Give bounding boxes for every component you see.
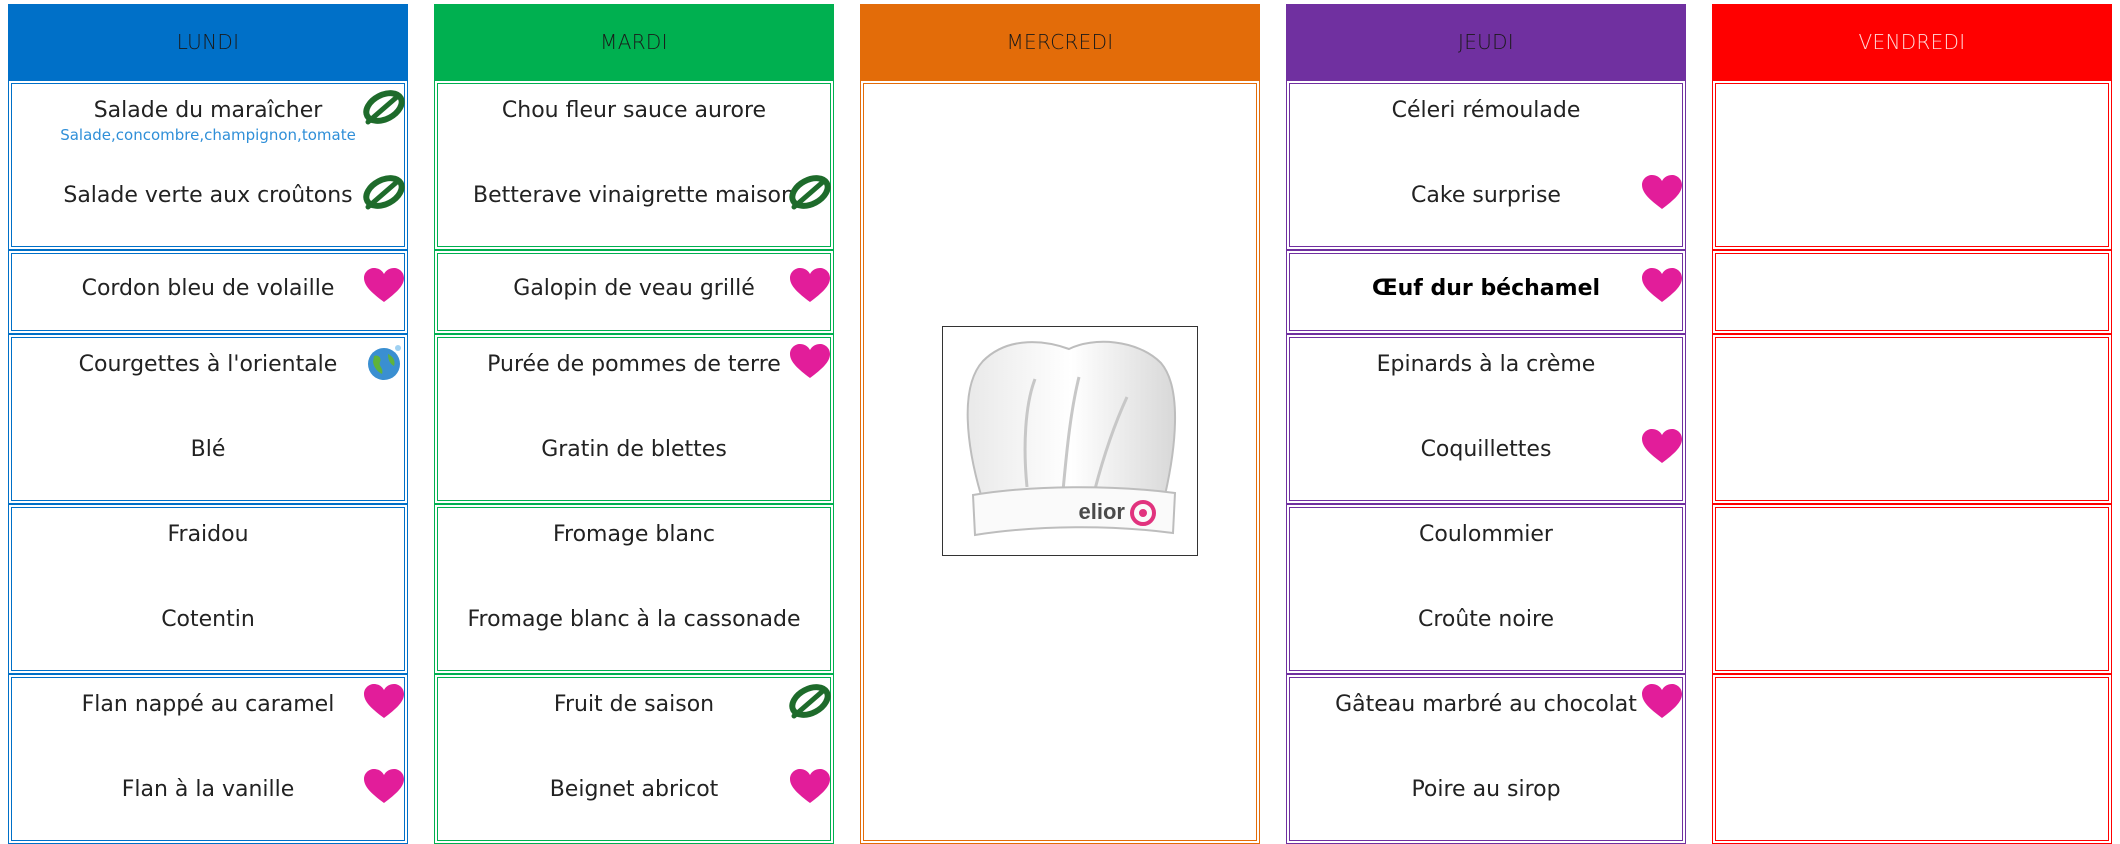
day-header: VENDREDI <box>1712 4 2112 80</box>
leaf-icon <box>362 88 406 128</box>
menu-section: Galopin de veau grillé <box>434 250 834 334</box>
dish-name: Epinards à la crème <box>1376 352 1596 377</box>
menu-section <box>1712 674 2112 844</box>
heart-icon <box>788 342 832 382</box>
dish-name: Chou fleur sauce aurore <box>501 98 767 123</box>
menu-section: Gâteau marbré au chocolat Poire au sirop <box>1286 674 1686 844</box>
dish-name: Salade du maraîcher <box>93 98 323 123</box>
dish-name: Salade verte aux croûtons <box>63 183 353 208</box>
dish-name: Cotentin <box>161 607 255 632</box>
dish-name: Gâteau marbré au chocolat <box>1335 692 1637 717</box>
menu-section: Fromage blanc Fromage blanc à la cassonad… <box>434 504 834 674</box>
heart-icon <box>362 682 406 722</box>
menu-section: Courgettes à l'orientale Blé <box>8 334 408 504</box>
dish-name: Galopin de veau grillé <box>513 276 755 301</box>
globe-icon <box>362 342 406 382</box>
dish-name: Cordon bleu de volaille <box>81 276 335 301</box>
heart-icon <box>1640 682 1684 722</box>
dish-name: Œuf dur béchamel <box>1371 276 1601 301</box>
dish-name: Purée de pommes de terre <box>487 352 781 377</box>
dish-name: Croûte noire <box>1417 607 1555 632</box>
menu-section: Œuf dur béchamel <box>1286 250 1686 334</box>
menu-section: Céleri rémoulade Cake surprise <box>1286 80 1686 250</box>
menu-section: Coulommier Croûte noire <box>1286 504 1686 674</box>
dish-name: Gratin de blettes <box>541 437 727 462</box>
heart-icon <box>788 266 832 306</box>
dish-name: Blé <box>190 437 226 462</box>
heart-icon <box>362 266 406 306</box>
menu-section: Purée de pommes de terre Gratin de blette… <box>434 334 834 504</box>
dish-name: Fraidou <box>167 522 249 547</box>
heart-icon <box>788 767 832 807</box>
day-header: MARDI <box>434 4 834 80</box>
day-column-lundi: LUNDI Salade du maraîcher Salade,concombre… <box>8 4 408 844</box>
leaf-icon <box>788 682 832 722</box>
dish-name: Céleri rémoulade <box>1391 98 1581 123</box>
day-column-mardi: MARDI Chou fleur sauce aurore Betterave vi… <box>434 4 834 844</box>
menu-section: elior <box>860 80 1260 844</box>
dish-name: Coquillettes <box>1420 437 1552 462</box>
menu-section: Cordon bleu de volaille <box>8 250 408 334</box>
dish-name: Fromage blanc à la cassonade <box>467 607 801 632</box>
elior-logo-text: elior <box>1078 499 1125 524</box>
heart-icon <box>1640 427 1684 467</box>
dish-name: Fruit de saison <box>553 692 715 717</box>
menu-section <box>1712 334 2112 504</box>
chef-hat-logo: elior <box>942 326 1198 556</box>
dish-name: Coulommier <box>1419 522 1553 547</box>
menu-section: Epinards à la crème Coquillettes <box>1286 334 1686 504</box>
menu-section: Salade du maraîcher Salade,concombre,cham… <box>8 80 408 250</box>
menu-section: Fruit de saison Beignet abricot <box>434 674 834 844</box>
dish-name: Beignet abricot <box>549 777 719 802</box>
heart-icon <box>1640 266 1684 306</box>
day-header: LUNDI <box>8 4 408 80</box>
heart-icon <box>1640 173 1684 213</box>
day-header: MERCREDI <box>860 4 1260 80</box>
menu-section: Flan nappé au caramel Flan à la vanille <box>8 674 408 844</box>
dish-name: Poire au sirop <box>1411 777 1561 802</box>
leaf-icon <box>362 173 406 213</box>
menu-section: Fraidou Cotentin <box>8 504 408 674</box>
dish-name: Flan nappé au caramel <box>81 692 335 717</box>
dish-name: Courgettes à l'orientale <box>78 352 338 377</box>
dish-name: Betterave vinaigrette maison <box>473 183 795 208</box>
day-column-vendredi: VENDREDI <box>1712 4 2112 844</box>
day-header: JEUDI <box>1286 4 1686 80</box>
menu-section <box>1712 250 2112 334</box>
dish-ingredients: Salade,concombre,champignon,tomate <box>60 126 356 144</box>
menu-section: Chou fleur sauce aurore Betterave vinaigr… <box>434 80 834 250</box>
day-column-jeudi: JEUDI Céleri rémoulade Cake surprise Œuf du… <box>1286 4 1686 844</box>
heart-icon <box>362 767 406 807</box>
dish-name: Fromage blanc <box>552 522 716 547</box>
leaf-icon <box>788 173 832 213</box>
dish-name: Cake surprise <box>1411 183 1561 208</box>
menu-section <box>1712 504 2112 674</box>
menu-section <box>1712 80 2112 250</box>
day-column-mercredi: MERCREDI elior <box>860 4 1260 844</box>
dish-name: Flan à la vanille <box>121 777 295 802</box>
